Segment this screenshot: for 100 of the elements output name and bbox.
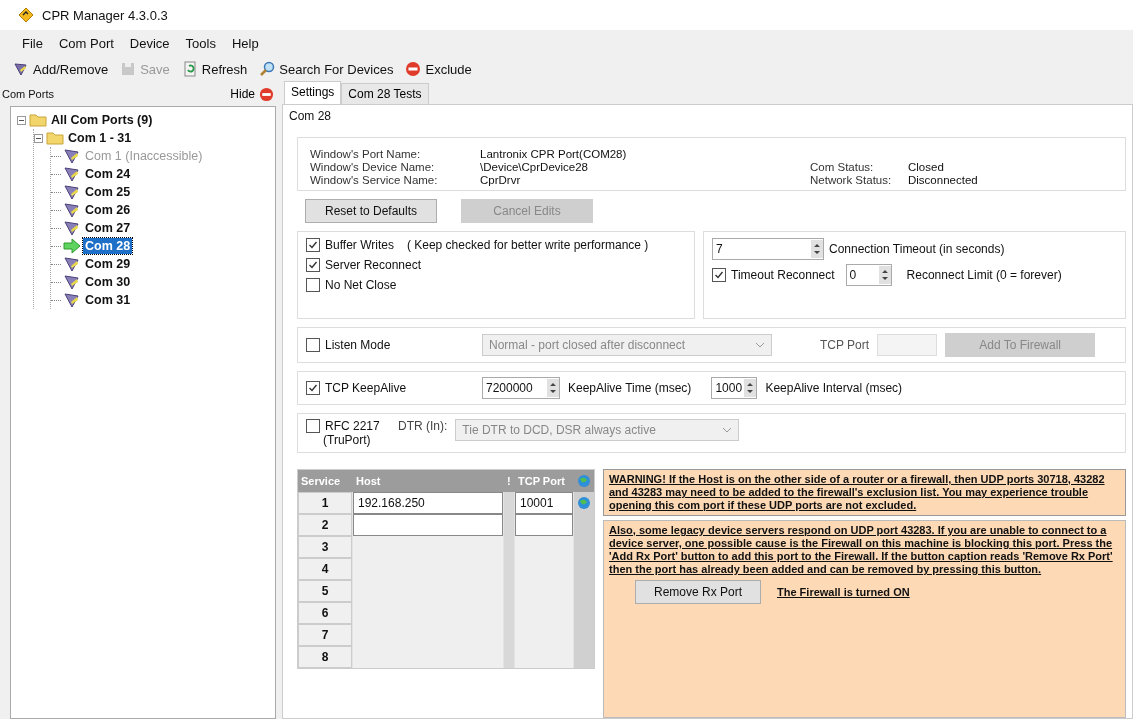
rx-port-button[interactable]: Remove Rx Port [635, 580, 761, 604]
limit-field[interactable]: 0 [845, 264, 892, 286]
checkbox[interactable] [712, 268, 726, 282]
info-value: Lantronix CPR Port(COM28) [480, 148, 628, 160]
port-cell[interactable] [515, 514, 573, 536]
action-button[interactable]: Reset to Defaults [305, 199, 437, 223]
checkbox[interactable] [306, 419, 320, 433]
marker-cell [504, 492, 514, 514]
panel-title: Com Ports [2, 88, 54, 100]
search-icon [259, 61, 276, 77]
window-title: CPR Manager 4.3.0.3 [42, 7, 168, 23]
toolbar-button[interactable]: Exclude [400, 59, 477, 79]
port-icon [63, 220, 81, 236]
info-value: Disconnected [908, 174, 978, 186]
info-value: CprDrvr [480, 174, 522, 186]
port-icon [13, 61, 29, 77]
checkbox[interactable] [306, 258, 320, 272]
port-cell[interactable]: 10001 [515, 492, 573, 514]
field-label: TCP Port [820, 338, 870, 352]
tree-item[interactable]: Com 1 - 31 [66, 130, 134, 146]
spinner-arrows-icon[interactable] [811, 240, 823, 258]
row-header: 5 [298, 580, 352, 602]
port-cell[interactable] [515, 536, 573, 558]
row-header: 8 [298, 646, 352, 668]
port-icon [63, 166, 81, 182]
arrow-icon [63, 238, 81, 254]
toolbar-button[interactable]: Search For Devices [254, 59, 399, 79]
tcp-port-field[interactable] [877, 334, 938, 356]
host-cell[interactable] [353, 536, 503, 558]
checkbox[interactable] [306, 381, 320, 395]
field-label: Reconnect Limit (0 = forever) [906, 268, 1062, 282]
globe-icon [577, 474, 591, 488]
timeout-field[interactable]: 7 [712, 238, 824, 260]
port-icon [63, 184, 81, 200]
collapse-icon[interactable] [17, 115, 26, 125]
menu-item[interactable]: Help [223, 33, 267, 53]
info-label: Window's Port Name: [310, 148, 422, 160]
checkbox[interactable] [306, 278, 320, 292]
host-cell[interactable] [353, 646, 503, 668]
host-cell[interactable] [353, 514, 503, 536]
tab[interactable]: Com 28 Tests [341, 83, 429, 104]
field-label: Connection Timeout (in seconds) [829, 242, 1005, 256]
tree-item[interactable]: Com 31 [83, 292, 133, 308]
notice-text: Also, some legacy device servers respond on UDP port 43283. If you are unable to connect to a device server, one possible cause is the Firewall on this machine is blocking this port. Press the 'Add Rx Port' button to add this port to the Firewall. If the button caption reads 'Remove Rx Port' then the port has already been added and can be removed by pressing this button. [609, 524, 1114, 576]
spinner-arrows-icon[interactable] [744, 379, 757, 397]
row-header: 1 [298, 492, 352, 514]
tree-item[interactable]: Com 24 [83, 166, 133, 182]
tree-item[interactable]: Com 29 [83, 256, 133, 272]
no-entry-icon [405, 61, 422, 77]
checkbox-label: Listen Mode [325, 338, 391, 352]
menu-item[interactable]: Device [121, 33, 178, 53]
info-value: \Device\CprDevice28 [480, 161, 589, 173]
toolbar-button[interactable]: Add/Remove [8, 59, 114, 79]
app-icon [18, 7, 34, 23]
checkbox-label: Timeout Reconnect [731, 268, 835, 282]
warning-text: WARNING! If the Host is on the other side of a router or a firewall, then UDP ports 30718, 43282 and 43283 may need to be added to the firewall's exclusion list. You may experience trouble opening this com port if these UDP ports are not excluded. [603, 469, 1126, 516]
tree-item[interactable]: Com 25 [83, 184, 133, 200]
spinner-arrows-icon[interactable] [878, 266, 891, 284]
checkbox[interactable] [306, 238, 320, 252]
no-entry-icon [259, 86, 274, 102]
spinner-arrows-icon[interactable] [547, 379, 559, 397]
info-label: Com Status: [810, 161, 875, 173]
host-cell[interactable]: 192.168.250 [353, 492, 503, 514]
menu-item[interactable]: File [14, 33, 51, 53]
field-label: DTR (In): [398, 419, 448, 433]
menu-item[interactable]: Tools [177, 33, 224, 53]
field-label: KeepAlive Time (msec) [568, 381, 692, 395]
column-header: TCP Port [517, 474, 566, 489]
info-label: Window's Service Name: [310, 174, 439, 186]
checkbox-label: RFC 2217 [325, 419, 380, 433]
folder-icon [29, 112, 47, 128]
keepalive-interval-field[interactable]: 1000 [711, 377, 758, 399]
row-header: 6 [298, 602, 352, 624]
row-header: 2 [298, 514, 352, 536]
port-cell[interactable] [515, 646, 573, 668]
port-icon [63, 292, 81, 308]
group-title: Com 28 [289, 109, 333, 123]
hint-text: ( Keep checked for better write performance ) [406, 238, 649, 252]
tree-item[interactable]: All Com Ports (9) [49, 112, 155, 128]
row-header: 3 [298, 536, 352, 558]
tree-item[interactable]: Com 30 [83, 274, 133, 290]
hide-button[interactable]: Hide [230, 86, 274, 102]
tab[interactable]: Settings [284, 81, 342, 104]
caret-icon [722, 427, 733, 433]
row-header: 4 [298, 558, 352, 580]
collapse-icon[interactable] [34, 133, 43, 143]
port-icon [63, 148, 81, 164]
tree-item[interactable]: Com 26 [83, 202, 133, 218]
keepalive-time-field[interactable]: 7200000 [482, 377, 560, 399]
folder-icon [46, 130, 64, 146]
menu-item[interactable]: Com Port [50, 33, 122, 53]
tree-item[interactable]: Com 28 [83, 238, 133, 254]
row-header: 7 [298, 624, 352, 646]
checkbox-label: No Net Close [325, 278, 397, 292]
info-label: Network Status: [810, 174, 893, 186]
caret-icon [755, 342, 765, 348]
field-label: KeepAlive Interval (msec) [765, 381, 903, 395]
tree-item[interactable]: Com 27 [83, 220, 133, 236]
floppy-icon [120, 61, 137, 77]
toolbar-button[interactable]: Refresh [176, 59, 253, 79]
